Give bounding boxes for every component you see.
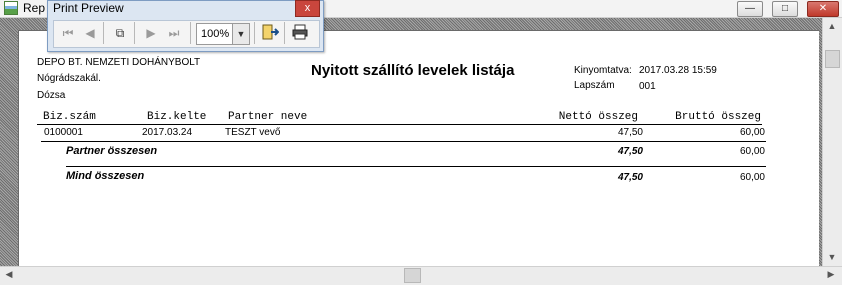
company-name: DEPO BT. NEMZETI DOHÁNYBOLT — [37, 57, 201, 68]
toolbar-separator — [103, 22, 104, 44]
minimize-button[interactable]: — — [737, 1, 763, 17]
row-rule — [41, 141, 766, 142]
row-gross: 60,00 — [739, 127, 765, 138]
col-doc-no: Biz.szám — [43, 111, 96, 123]
page-label: Lapszám — [574, 80, 615, 91]
previous-page-icon[interactable]: ◀ — [80, 23, 100, 43]
grand-total-gross: 60,00 — [739, 172, 765, 183]
partner-total-label: Partner összesen — [66, 145, 158, 157]
printed-label: Kinyomtatva: — [574, 65, 632, 76]
zoom-select[interactable]: 100% ▼ — [196, 23, 250, 45]
horizontal-scrollbar[interactable] — [0, 266, 842, 285]
row-partner: TESZT vevő — [225, 127, 281, 138]
col-gross: Bruttó összeg — [675, 111, 761, 123]
maximize-button[interactable]: □ — [772, 1, 798, 17]
zoom-value: 100% — [201, 28, 230, 40]
printed-value: 2017.03.28 15:59 — [639, 65, 717, 76]
close-preview-icon[interactable] — [260, 23, 280, 43]
window-title: Rep — [23, 1, 46, 15]
toolbar-separator — [190, 22, 191, 44]
print-preview-title: Print Preview — [53, 1, 124, 15]
scroll-left-icon[interactable]: ◀ — [3, 269, 15, 280]
copy-icon[interactable]: ⧉ — [110, 23, 130, 43]
header-rule — [37, 124, 762, 125]
next-page-icon[interactable]: ▶ — [141, 23, 161, 43]
company-street: Dózsa — [37, 90, 66, 101]
company-city: Nógrádszakál. — [37, 73, 101, 84]
partner-total-rule — [66, 166, 766, 167]
scroll-down-icon[interactable]: ▼ — [824, 252, 840, 262]
col-partner: Partner neve — [228, 111, 308, 123]
row-net: 47,50 — [617, 127, 643, 138]
scroll-up-icon[interactable]: ▲ — [824, 21, 840, 31]
print-icon[interactable] — [290, 23, 310, 43]
toolbar-separator — [254, 22, 255, 44]
toolbar-separator — [284, 22, 285, 44]
last-page-icon[interactable]: ⏭ — [164, 23, 184, 43]
page-value: 001 — [639, 81, 656, 92]
col-net: Nettó összeg — [558, 111, 638, 123]
partner-total-net: 47,50 — [617, 146, 643, 157]
chevron-down-icon[interactable]: ▼ — [232, 24, 249, 44]
first-page-icon[interactable]: ⏮ — [58, 23, 78, 43]
row-doc-no: 0100001 — [44, 127, 83, 138]
toolbar-separator — [134, 22, 135, 44]
report-page: DEPO BT. NEMZETI DOHÁNYBOLT Nógrádszakál… — [18, 30, 819, 267]
grand-total-label: Mind összesen — [66, 170, 145, 182]
window-close-button[interactable]: ✕ — [807, 1, 839, 17]
scroll-right-icon[interactable]: ▶ — [824, 269, 838, 280]
col-doc-date: Biz.kelte — [147, 111, 207, 123]
vertical-scroll-thumb[interactable] — [825, 50, 840, 68]
print-preview-close-button[interactable]: x — [295, 0, 320, 17]
partner-total-gross: 60,00 — [739, 146, 765, 157]
row-doc-date: 2017.03.24 — [142, 127, 193, 138]
report-title: Nyitott szállító levelek listája — [311, 62, 515, 79]
horizontal-scroll-thumb[interactable] — [404, 268, 421, 283]
grand-total-net: 47,50 — [617, 172, 643, 183]
app-icon — [4, 1, 18, 15]
